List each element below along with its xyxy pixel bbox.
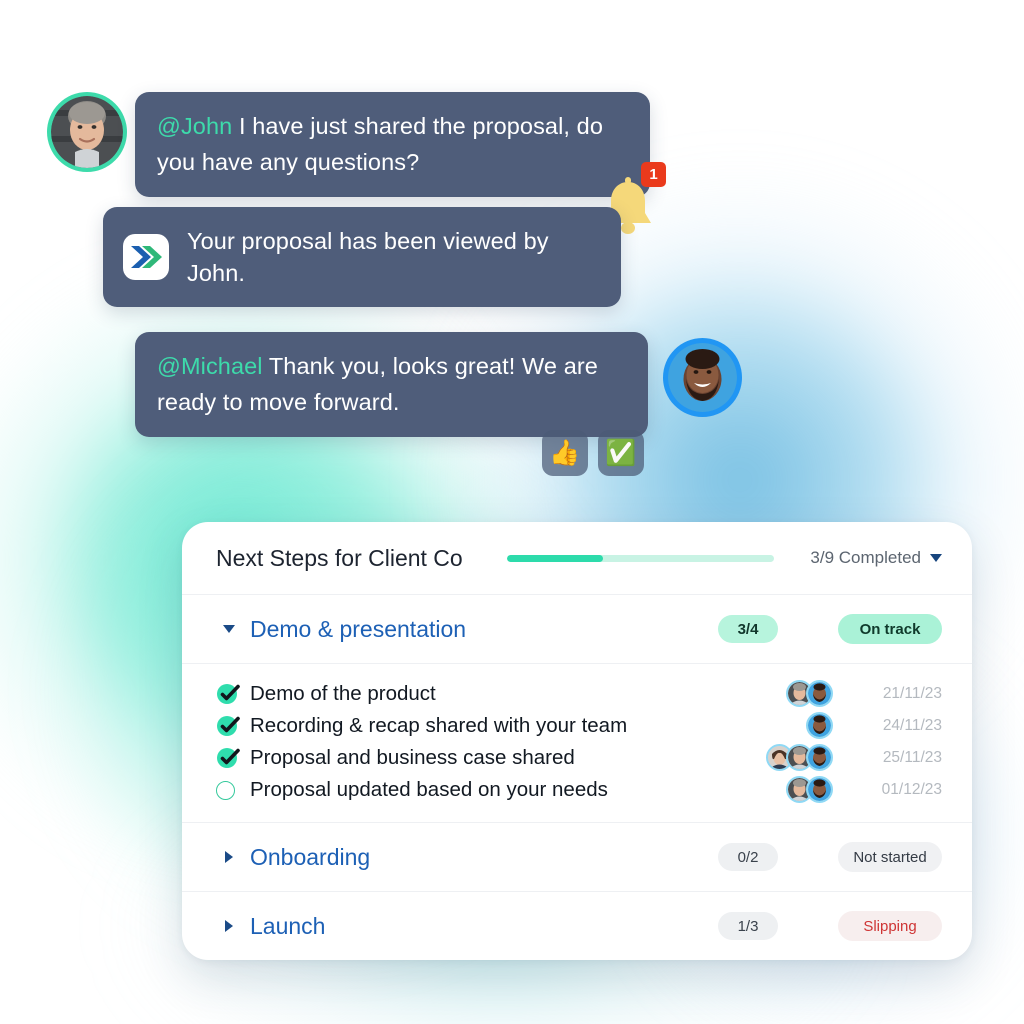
- status-badge-demo: On track: [838, 614, 942, 644]
- message-bubble-notification[interactable]: Your proposal has been viewed by John.: [103, 207, 621, 307]
- check-icon[interactable]: [216, 746, 250, 770]
- check-icon[interactable]: [216, 682, 250, 706]
- next-steps-card: Next Steps for Client Co 3/9 Completed D…: [182, 522, 972, 960]
- section-header-launch[interactable]: Launch 1/3 Slipping: [182, 892, 972, 960]
- status-badge-onboarding: Not started: [838, 842, 942, 872]
- triangle-right-icon[interactable]: [216, 851, 242, 863]
- message-reactions: 👍 ✅: [542, 430, 644, 476]
- app-logo-icon: [123, 234, 169, 280]
- section-title-demo: Demo & presentation: [250, 615, 467, 642]
- check-icon[interactable]: [216, 714, 250, 738]
- message-bubble-john[interactable]: @John I have just shared the proposal, d…: [135, 92, 650, 197]
- mention-john[interactable]: @John: [157, 113, 232, 139]
- mention-michael[interactable]: @Michael: [157, 353, 263, 379]
- thumbs-up-reaction[interactable]: 👍: [542, 430, 588, 476]
- bell-badge-count: 1: [641, 162, 666, 187]
- task-assignees[interactable]: [762, 711, 848, 741]
- avatar[interactable]: [806, 712, 833, 739]
- section-title-launch: Launch: [250, 912, 326, 939]
- avatar[interactable]: [806, 680, 833, 707]
- chevron-down-icon[interactable]: [930, 554, 942, 562]
- card-header: Next Steps for Client Co 3/9 Completed: [182, 522, 972, 595]
- section-title-onboarding: Onboarding: [250, 843, 371, 870]
- task-date: 24/11/23: [882, 717, 942, 734]
- progress-fill: [506, 554, 603, 562]
- task-row[interactable]: Proposal updated based on your needs 01/…: [216, 774, 942, 806]
- avatar[interactable]: [806, 744, 833, 771]
- progress-track: [506, 554, 774, 562]
- avatar[interactable]: [806, 776, 833, 803]
- task-list-demo: Demo of the product 21/11/23 Recording &…: [182, 664, 972, 823]
- section-count-launch: 1/3: [718, 912, 778, 940]
- task-row[interactable]: Recording & recap shared with your team …: [216, 710, 942, 742]
- checkbox-empty-icon[interactable]: [216, 780, 250, 800]
- chat-conversation: @John I have just shared the proposal, d…: [0, 0, 1024, 520]
- status-badge-launch: Slipping: [838, 911, 942, 941]
- task-assignees[interactable]: [762, 679, 848, 709]
- task-assignees[interactable]: [762, 775, 848, 805]
- task-label: Recording & recap shared with your team: [250, 714, 628, 737]
- task-row[interactable]: Demo of the product 21/11/23: [216, 678, 942, 710]
- task-date: 21/11/23: [882, 685, 942, 702]
- section-count-demo: 3/4: [718, 615, 778, 643]
- section-count-onboarding: 0/2: [718, 843, 778, 871]
- check-circle-reaction[interactable]: ✅: [598, 430, 644, 476]
- task-assignees[interactable]: [762, 743, 848, 773]
- screenshot-stage: @John I have just shared the proposal, d…: [0, 0, 1024, 1024]
- task-label: Proposal and business case shared: [250, 746, 575, 769]
- progress-summary[interactable]: 3/9 Completed: [810, 548, 942, 568]
- avatar-michael[interactable]: [663, 338, 742, 417]
- check-circle-icon: ✅: [605, 438, 637, 467]
- progress-bar-container: [463, 554, 811, 562]
- message-bubble-michael[interactable]: @Michael Thank you, looks great! We are …: [135, 332, 648, 437]
- task-date: 25/11/23: [882, 749, 942, 766]
- thumbs-up-icon: 👍: [549, 438, 581, 467]
- section-header-demo[interactable]: Demo & presentation 3/4 On track: [182, 595, 972, 664]
- triangle-right-icon[interactable]: [216, 920, 242, 932]
- progress-summary-label: 3/9 Completed: [810, 548, 921, 567]
- avatar-michael-photo: [668, 343, 737, 412]
- triangle-down-icon[interactable]: [216, 625, 242, 633]
- task-row[interactable]: Proposal and business case shared 25/11/…: [216, 742, 942, 774]
- task-label: Proposal updated based on your needs: [250, 778, 608, 801]
- page-title: Next Steps for Client Co: [216, 544, 463, 571]
- avatar-john-photo: [51, 96, 123, 168]
- avatar-john[interactable]: [47, 92, 127, 172]
- task-label: Demo of the product: [250, 682, 436, 705]
- notification-text: Your proposal has been viewed by John.: [187, 228, 549, 286]
- section-header-onboarding[interactable]: Onboarding 0/2 Not started: [182, 823, 972, 892]
- task-date: 01/12/23: [881, 781, 942, 798]
